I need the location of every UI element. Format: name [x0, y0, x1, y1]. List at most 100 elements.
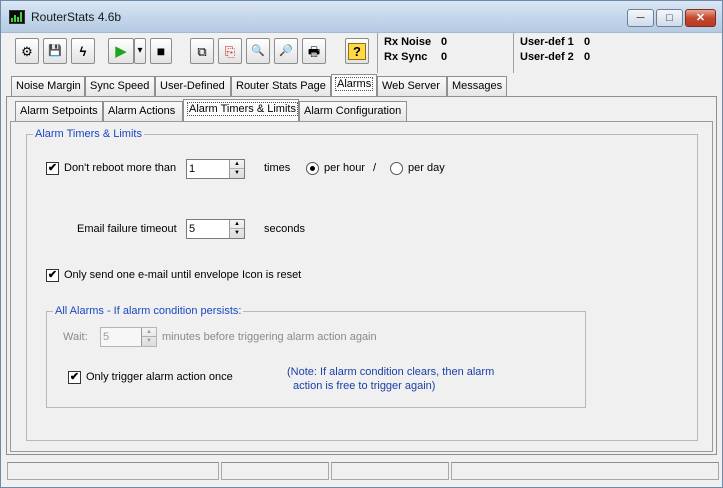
per-hour-radio[interactable] [306, 162, 319, 175]
tab-label: Alarm Timers & Limits [187, 102, 298, 116]
help-icon: ? [348, 42, 366, 60]
print-preview-button[interactable]: 🖶 [302, 38, 326, 64]
per-hour-label: per hour [324, 162, 365, 174]
play-dropdown-button[interactable]: ▾ [134, 38, 146, 64]
user-def2-value: 0 [584, 51, 591, 63]
wait-minutes-stepper[interactable]: ▲▼ [100, 327, 157, 347]
help-button[interactable]: ? [345, 38, 369, 64]
timers-group: Alarm Timers & Limits ✔ Don't reboot mor… [26, 128, 698, 441]
connect-button[interactable]: ϟ [71, 38, 95, 64]
one-email-checkbox[interactable]: ✔ [46, 269, 59, 282]
tab-user-defined[interactable]: User-Defined [155, 76, 231, 96]
reboot-limit-label: Don't reboot more than [64, 162, 177, 174]
seconds-label: seconds [264, 223, 305, 235]
email-timeout-label: Email failure timeout [77, 223, 177, 235]
email-timeout-input[interactable] [189, 222, 225, 236]
spin-up-icon[interactable]: ▲ [230, 160, 244, 169]
reboot-count-input[interactable] [189, 162, 225, 176]
spin-down-icon[interactable]: ▼ [230, 229, 244, 238]
zoom-page-button[interactable]: 🔍 [246, 38, 270, 64]
trigger-once-checkbox[interactable]: ✔ [68, 371, 81, 384]
close-icon: ✕ [695, 12, 706, 24]
stepper-arrows[interactable]: ▲ ▼ [229, 160, 244, 178]
router-settings-icon: ⚙ [21, 43, 33, 59]
trigger-once-label: Only trigger alarm action once [86, 371, 233, 383]
app-bars-icon [9, 10, 25, 24]
stop-icon: ■ [156, 43, 166, 59]
tab-alarm-actions[interactable]: Alarm Actions [103, 101, 183, 121]
user-def1-label: User-def 1 [520, 36, 574, 48]
alarms-tab-panel: Alarm Setpoints Alarm Actions Alarm Time… [6, 96, 717, 455]
zoom-page-alt-icon: 🔎 [279, 44, 293, 57]
timers-subtab-panel: Alarm Timers & Limits ✔ Don't reboot mor… [10, 121, 713, 452]
spin-up-icon[interactable]: ▲ [142, 328, 156, 337]
tab-sync-speed[interactable]: Sync Speed [85, 76, 155, 96]
zoom-page-alt-button[interactable]: 🔎 [274, 38, 298, 64]
tab-label: Router Stats Page [236, 80, 326, 92]
tab-label: Alarm Setpoints [20, 105, 98, 117]
save-disk-icon: 💾 [48, 44, 62, 57]
save-button[interactable]: 💾 [43, 38, 67, 64]
copy-button[interactable]: ⧉ [190, 38, 214, 64]
play-icon: ▶ [115, 42, 127, 60]
stepper-arrows[interactable]: ▲ ▼ [141, 328, 156, 346]
per-day-label: per day [408, 162, 445, 174]
spin-up-icon[interactable]: ▲ [230, 220, 244, 229]
copy-icon: ⧉ [197, 43, 207, 59]
status-pane [221, 462, 329, 480]
paste-button[interactable]: ⎘ [218, 38, 242, 64]
times-label: times [264, 162, 291, 174]
tab-label: Sync Speed [90, 80, 150, 92]
router-settings-button[interactable]: ⚙ [15, 38, 39, 64]
close-button[interactable]: ✕ [685, 9, 716, 27]
per-day-radio[interactable] [390, 162, 403, 175]
note-line-2: action is free to trigger again) [293, 380, 436, 392]
window-title: RouterStats 4.6b [31, 10, 122, 24]
wait-minutes-input[interactable] [103, 330, 139, 344]
lightning-icon: ϟ [79, 43, 87, 59]
tab-label: Messages [452, 80, 503, 92]
one-email-label: Only send one e-mail until envelope Icon… [64, 269, 302, 281]
print-preview-icon: 🖶 [307, 43, 321, 59]
tab-alarm-timers-limits[interactable]: Alarm Timers & Limits [183, 99, 299, 121]
maximize-icon: □ [666, 12, 673, 24]
toolbar: ⚙ 💾 ϟ ▶ ▾ ■ ⧉ ⎘ 🔍 🔎 🖶 ? Rx Noise 0 Rx Sy… [1, 33, 722, 75]
spin-down-icon[interactable]: ▼ [230, 169, 244, 178]
wait-label: Wait: [63, 331, 88, 343]
tab-alarms[interactable]: Alarms [331, 74, 377, 96]
tab-router-stats-page[interactable]: Router Stats Page [231, 76, 331, 96]
play-button[interactable]: ▶ [108, 38, 134, 64]
stop-button[interactable]: ■ [150, 38, 172, 64]
rx-sync-value: 0 [441, 51, 448, 63]
tab-alarm-setpoints[interactable]: Alarm Setpoints [15, 101, 103, 121]
toolbar-separator [513, 33, 514, 73]
per-separator: / [373, 162, 377, 174]
routerstats-window: RouterStats 4.6b ─ □ ✕ ⚙ 💾 ϟ ▶ ▾ ■ ⧉ ⎘ 🔍… [0, 0, 723, 488]
rx-noise-label: Rx Noise [384, 36, 432, 48]
maximize-button[interactable]: □ [656, 9, 683, 27]
rx-noise-value: 0 [441, 36, 448, 48]
rx-sync-label: Rx Sync [384, 51, 428, 63]
email-timeout-stepper[interactable]: ▲▼ [186, 219, 245, 239]
all-alarms-group: All Alarms - If alarm condition persists… [46, 305, 586, 408]
tab-web-server[interactable]: Web Server [377, 76, 447, 96]
timers-group-title: Alarm Timers & Limits [33, 128, 144, 140]
tab-alarm-configuration[interactable]: Alarm Configuration [299, 101, 407, 121]
status-pane [7, 462, 219, 480]
dropdown-arrow-icon: ▾ [137, 45, 143, 56]
spin-down-icon[interactable]: ▼ [142, 337, 156, 346]
tab-messages[interactable]: Messages [447, 76, 507, 96]
reboot-limit-checkbox[interactable]: ✔ [46, 162, 59, 175]
user-def2-label: User-def 2 [520, 51, 574, 63]
tab-label: Noise Margin [16, 80, 81, 92]
zoom-page-icon: 🔍 [251, 44, 265, 57]
minimize-button[interactable]: ─ [627, 9, 654, 27]
user-def1-value: 0 [584, 36, 591, 48]
status-pane [451, 462, 719, 480]
stepper-arrows[interactable]: ▲ ▼ [229, 220, 244, 238]
reboot-count-stepper[interactable]: ▲▼ [186, 159, 245, 179]
checkmark-icon: ✔ [69, 371, 80, 383]
tab-noise-margin[interactable]: Noise Margin [11, 76, 85, 96]
checkmark-icon: ✔ [47, 162, 58, 174]
paste-icon: ⎘ [224, 43, 236, 59]
